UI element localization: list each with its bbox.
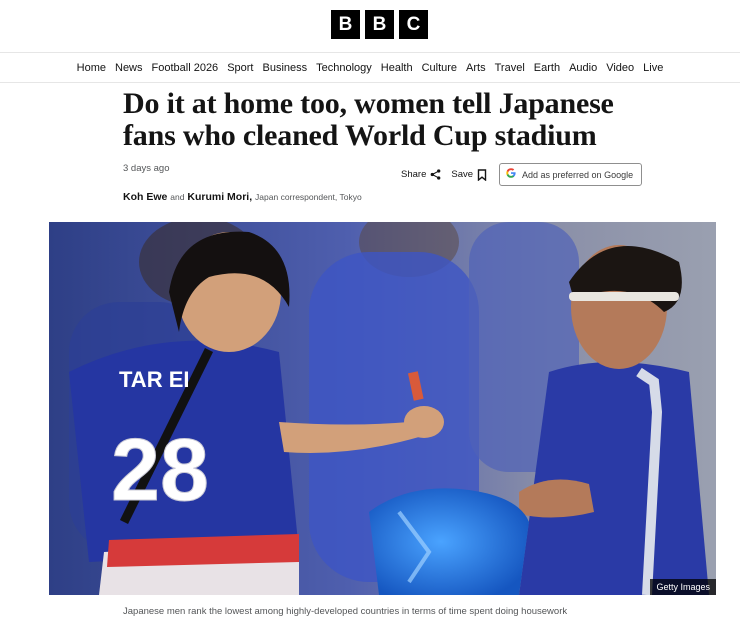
google-icon xyxy=(506,168,516,181)
article-timestamp: 3 days ago xyxy=(123,163,170,174)
image-credit: Getty Images xyxy=(650,579,716,595)
jersey-number-text: 28 xyxy=(111,420,209,519)
nav-item-travel[interactable]: Travel xyxy=(495,62,525,74)
share-label: Share xyxy=(401,169,427,180)
nav-item-news[interactable]: News xyxy=(115,62,143,74)
nav-item-home[interactable]: Home xyxy=(77,62,106,74)
save-button[interactable]: Save xyxy=(451,168,487,181)
add-preferred-google-button[interactable]: Add as preferred on Google xyxy=(499,163,643,186)
author-role: Japan correspondent, Tokyo xyxy=(255,192,362,202)
masthead: B B C xyxy=(0,0,740,53)
save-label: Save xyxy=(451,169,474,180)
byline: Koh Ewe and Kurumi Mori, Japan correspon… xyxy=(123,191,362,203)
author-name[interactable]: Kurumi Mori, xyxy=(187,191,252,203)
author-name[interactable]: Koh Ewe xyxy=(123,191,167,203)
hero-illustration: TAR EI 28 xyxy=(49,222,716,595)
share-button[interactable]: Share xyxy=(401,169,441,180)
share-icon xyxy=(430,169,441,180)
article-headline: Do it at home too, women tell Japanese f… xyxy=(123,87,614,152)
logo-letter: B xyxy=(365,10,394,39)
google-button-label: Add as preferred on Google xyxy=(522,169,634,180)
jersey-name-text: TAR EI xyxy=(119,367,189,392)
nav-item-health[interactable]: Health xyxy=(381,62,413,74)
byline-and: and xyxy=(170,192,185,202)
logo-letter: B xyxy=(331,10,360,39)
nav-item-video[interactable]: Video xyxy=(606,62,634,74)
nav-item-football-2026[interactable]: Football 2026 xyxy=(152,62,219,74)
nav-item-arts[interactable]: Arts xyxy=(466,62,486,74)
hero-image: TAR EI 28 Getty Images xyxy=(49,222,716,595)
logo-letter: C xyxy=(399,10,428,39)
nav-item-culture[interactable]: Culture xyxy=(422,62,457,74)
nav-item-live[interactable]: Live xyxy=(643,62,663,74)
article-actions: Share Save Add as preferred on Google xyxy=(401,163,643,186)
main-nav: Home News Football 2026 Sport Business T… xyxy=(0,53,740,83)
nav-item-sport[interactable]: Sport xyxy=(227,62,253,74)
image-caption: Japanese men rank the lowest among highl… xyxy=(123,606,568,617)
bbc-logo[interactable]: B B C xyxy=(331,10,428,39)
nav-item-business[interactable]: Business xyxy=(262,62,307,74)
nav-item-technology[interactable]: Technology xyxy=(316,62,372,74)
bookmark-icon xyxy=(477,168,487,181)
nav-item-earth[interactable]: Earth xyxy=(534,62,560,74)
nav-item-audio[interactable]: Audio xyxy=(569,62,597,74)
